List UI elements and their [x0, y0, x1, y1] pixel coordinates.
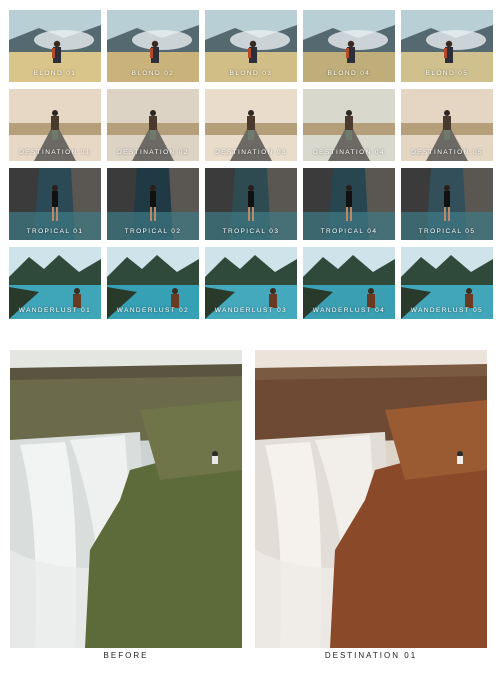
preset-label: TROPICAL 05 [418, 228, 476, 235]
preset-thumbnail: WANDERLUST 03 [205, 247, 297, 319]
preset-label: TROPICAL 01 [26, 228, 84, 235]
preset-label: WANDERLUST 02 [116, 307, 190, 314]
preset-row: TROPICAL 01 TROPICAL 02 TROPICAL 03 TROP… [9, 168, 493, 240]
preset-label: TROPICAL 03 [222, 228, 280, 235]
preset-thumbnail: TROPICAL 04 [303, 168, 395, 240]
preset-thumbnail: BLOND 02 [107, 10, 199, 82]
before-photo [10, 350, 242, 648]
waterfall-image-after [255, 350, 487, 648]
preset-label: DESTINATION 03 [215, 149, 287, 156]
preset-thumbnail: DESTINATION 05 [401, 89, 493, 161]
preset-grid: BLOND 01 BLOND 02 BLOND 03 BLOND 04 BLON… [9, 10, 493, 326]
preset-thumbnail: BLOND 05 [401, 10, 493, 82]
preset-row: WANDERLUST 01 WANDERLUST 02 WANDERLUST 0… [9, 247, 493, 319]
preset-thumbnail: WANDERLUST 05 [401, 247, 493, 319]
preset-row: BLOND 01 BLOND 02 BLOND 03 BLOND 04 BLON… [9, 10, 493, 82]
preset-label: BLOND 02 [131, 70, 175, 77]
preset-label: TROPICAL 02 [124, 228, 182, 235]
after-photo [255, 350, 487, 648]
preset-thumbnail: BLOND 01 [9, 10, 101, 82]
waterfall-image-before [10, 350, 242, 648]
preset-label: WANDERLUST 04 [312, 307, 386, 314]
preset-label: DESTINATION 01 [19, 149, 91, 156]
preset-thumbnail: DESTINATION 02 [107, 89, 199, 161]
before-caption: BEFORE [103, 651, 149, 660]
preset-label: WANDERLUST 01 [18, 307, 92, 314]
preset-label: WANDERLUST 03 [214, 307, 288, 314]
preset-thumbnail: DESTINATION 01 [9, 89, 101, 161]
preset-thumbnail: WANDERLUST 01 [9, 247, 101, 319]
preset-label: BLOND 03 [229, 70, 273, 77]
preset-thumbnail: WANDERLUST 02 [107, 247, 199, 319]
preset-thumbnail: TROPICAL 03 [205, 168, 297, 240]
preset-label: DESTINATION 02 [117, 149, 189, 156]
preset-thumbnail: DESTINATION 04 [303, 89, 395, 161]
preset-label: BLOND 05 [425, 70, 469, 77]
preset-label: TROPICAL 04 [320, 228, 378, 235]
preset-label: BLOND 04 [327, 70, 371, 77]
preset-thumbnail: BLOND 04 [303, 10, 395, 82]
preset-thumbnail: TROPICAL 05 [401, 168, 493, 240]
preset-thumbnail: BLOND 03 [205, 10, 297, 82]
preset-thumbnail: WANDERLUST 04 [303, 247, 395, 319]
preset-row: DESTINATION 01 DESTINATION 02 DESTINATIO… [9, 89, 493, 161]
preset-label: BLOND 01 [33, 70, 77, 77]
preset-thumbnail: TROPICAL 02 [107, 168, 199, 240]
preset-label: DESTINATION 04 [313, 149, 385, 156]
preset-label: WANDERLUST 05 [410, 307, 484, 314]
preset-thumbnail: TROPICAL 01 [9, 168, 101, 240]
preset-label: DESTINATION 05 [411, 149, 483, 156]
preset-thumbnail: DESTINATION 03 [205, 89, 297, 161]
after-caption: DESTINATION 01 [324, 651, 418, 660]
